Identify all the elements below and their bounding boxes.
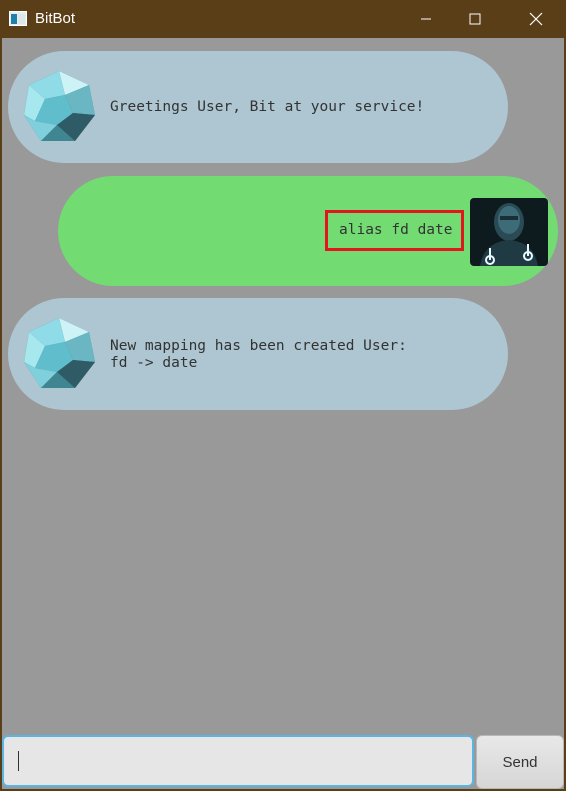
bot-dialog-box: Greetings User, Bit at your service! xyxy=(8,51,508,163)
message-text: alias fd date xyxy=(339,222,453,238)
app-window-icon xyxy=(9,11,27,26)
chat-area[interactable]: Greetings User, Bit at your service! ali… xyxy=(2,38,564,789)
text-caret xyxy=(18,751,19,771)
close-icon xyxy=(529,12,543,26)
message-text: Greetings User, Bit at your service! xyxy=(110,99,425,115)
maximize-button[interactable] xyxy=(451,0,499,38)
app-window: BitBot Greetings User, Bit at your servi… xyxy=(0,0,566,791)
message-text: New mapping has been created User: fd ->… xyxy=(110,338,407,371)
window-title: BitBot xyxy=(35,10,76,27)
message-input[interactable] xyxy=(2,735,474,787)
user-avatar xyxy=(470,198,548,266)
close-button[interactable] xyxy=(512,0,560,38)
minimize-button[interactable] xyxy=(402,0,450,38)
send-button[interactable]: Send xyxy=(476,735,564,789)
crystal-bot-avatar xyxy=(24,318,95,388)
maximize-icon xyxy=(469,13,481,25)
crystal-bot-avatar xyxy=(24,71,95,141)
title-bar[interactable]: BitBot xyxy=(0,0,566,38)
user-dialog-box: alias fd date xyxy=(58,176,558,286)
bot-dialog-box: New mapping has been created User: fd ->… xyxy=(8,298,508,410)
minimize-icon xyxy=(421,18,431,20)
